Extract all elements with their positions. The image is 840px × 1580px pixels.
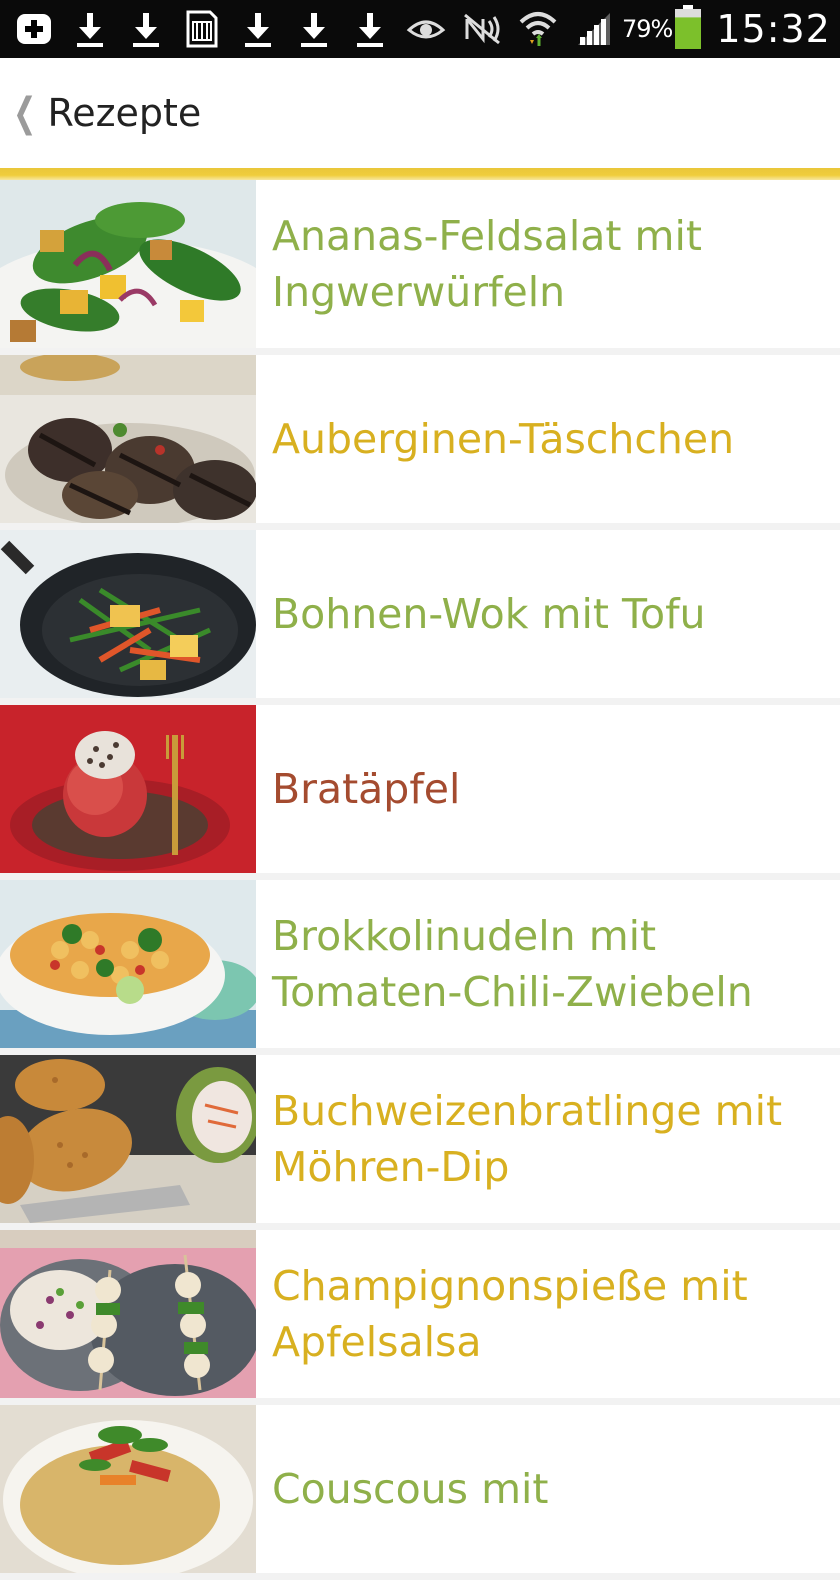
accent-divider (0, 168, 840, 180)
recipe-title: Buchweizenbratlinge mit Möhren-Dip (272, 1087, 783, 1191)
recipe-item[interactable]: Bohnen-Wok mit Tofu (0, 530, 840, 698)
wok-photo (0, 530, 256, 698)
sd-card-icon (180, 4, 224, 54)
recipe-title: Bratäpfel (272, 765, 461, 813)
wifi-icon (516, 4, 560, 54)
page-title: Rezepte (47, 91, 202, 135)
battery-icon (674, 4, 702, 54)
download-icon (292, 4, 336, 54)
salad-photo (0, 180, 256, 348)
download-icon (348, 4, 392, 54)
skewers-photo (0, 1230, 256, 1398)
download-icon (68, 4, 112, 54)
pasta-bowl-photo (0, 880, 256, 1048)
recipe-title: Brokkolinudeln mit Tomaten-Chili-Zwiebel… (272, 912, 753, 1016)
download-icon (236, 4, 280, 54)
recipe-list: Ananas-Feldsalat mit Ingwerwürfeln Auber… (0, 180, 840, 1580)
clock: 15:32 (716, 7, 831, 51)
recipe-item[interactable]: Bratäpfel (0, 705, 840, 873)
plus-badge-icon (12, 4, 56, 54)
recipe-item[interactable]: Auberginen-Täschchen (0, 355, 840, 523)
signal-icon (572, 4, 616, 54)
recipe-item[interactable]: Ananas-Feldsalat mit Ingwerwürfeln (0, 180, 840, 348)
recipe-title: Bohnen-Wok mit Tofu (272, 590, 706, 638)
recipe-item[interactable]: Champignonspieße mit Apfelsalsa (0, 1230, 840, 1398)
recipe-title: Ananas-Feldsalat mit Ingwerwürfeln (272, 212, 702, 316)
action-bar: ❮ Rezepte (0, 58, 840, 168)
status-bar: 79% 15:32 (0, 0, 840, 58)
system-icons: 79% 15:32 (404, 4, 840, 54)
notification-icons (0, 4, 404, 54)
download-icon (124, 4, 168, 54)
nfc-muted-icon (460, 4, 504, 54)
recipe-item[interactable]: Buchweizenbratlinge mit Möhren-Dip (0, 1055, 840, 1223)
recipe-title: Couscous mit (272, 1465, 549, 1513)
baked-apple-photo (0, 705, 256, 873)
back-button[interactable]: ❮ Rezepte (0, 58, 211, 168)
couscous-photo (0, 1405, 256, 1573)
recipe-item[interactable]: Couscous mit (0, 1405, 840, 1573)
patties-photo (0, 1055, 256, 1223)
recipe-item[interactable]: Brokkolinudeln mit Tomaten-Chili-Zwiebel… (0, 880, 840, 1048)
grilled-eggplant-photo (0, 355, 256, 523)
chevron-left-icon: ❮ (13, 90, 37, 136)
eye-icon (404, 4, 448, 54)
recipe-title: Auberginen-Täschchen (272, 415, 735, 463)
battery-percent: 79% (622, 15, 673, 43)
recipe-title: Champignonspieße mit Apfelsalsa (272, 1262, 748, 1366)
